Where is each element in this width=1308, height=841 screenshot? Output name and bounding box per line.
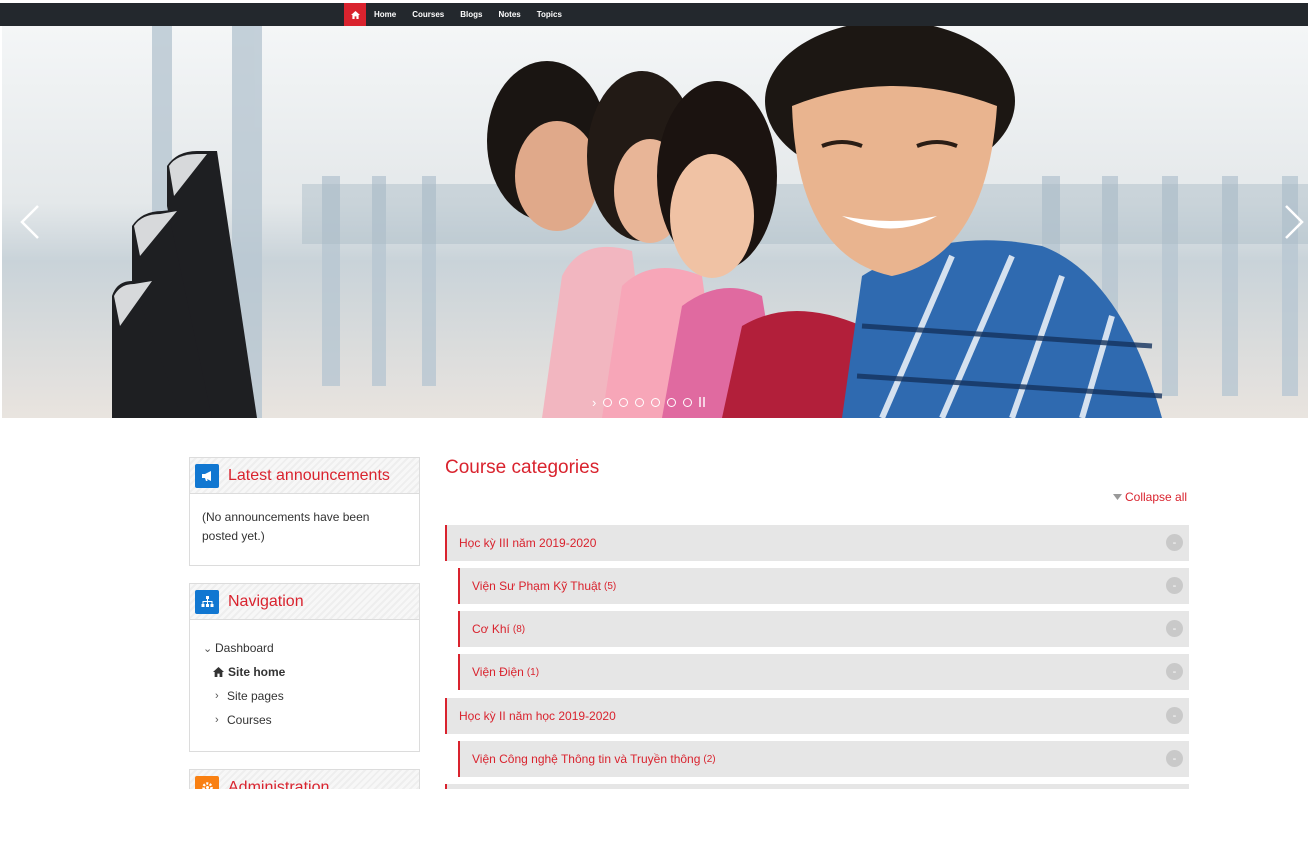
sitemap-icon xyxy=(195,589,219,614)
category-toggle[interactable]: - xyxy=(1166,534,1183,551)
hero-slider: › xyxy=(2,26,1308,418)
category-name: Học kỳ III năm 2019-2020 xyxy=(459,536,597,550)
category-item[interactable]: Cơ Khí (8) - xyxy=(458,611,1189,647)
chevron-right-icon: › xyxy=(215,714,219,726)
category-toggle[interactable]: - xyxy=(1166,663,1183,680)
nav-link-home[interactable]: Home xyxy=(366,10,404,19)
nav-link-courses[interactable]: Courses xyxy=(404,10,452,19)
slider-dot-5[interactable] xyxy=(667,397,677,407)
chevron-right-icon: › xyxy=(215,690,219,702)
block-header: Administration xyxy=(190,770,419,789)
category-item[interactable]: Viện Điện (1) - xyxy=(458,654,1189,690)
category-toggle[interactable]: - xyxy=(1166,620,1183,637)
slider-prev-icon[interactable] xyxy=(16,202,46,242)
home-icon xyxy=(213,667,224,677)
category-name: Học kỳ II năm học 2019-2020 xyxy=(459,709,616,723)
nav-item-courses[interactable]: › Courses xyxy=(203,708,419,732)
block-title: Administration xyxy=(228,778,330,790)
nav-item-label: Site home xyxy=(228,665,286,679)
main-menu: Home Courses Blogs Notes Topics xyxy=(344,3,570,26)
gears-icon xyxy=(195,775,219,789)
page-title: Course categories xyxy=(445,457,600,478)
block-title: Latest announcements xyxy=(228,466,390,484)
nav-item-label: Courses xyxy=(227,713,272,727)
nav-item-label: Dashboard xyxy=(215,641,274,655)
announcements-empty-text: (No announcements have been posted yet.) xyxy=(202,510,370,543)
nav-item-site-home[interactable]: Site home xyxy=(203,660,419,684)
home-icon xyxy=(350,10,360,19)
block-navigation: Navigation ⌄ Dashboard Site home › Site … xyxy=(189,583,420,752)
chevron-down-icon: ⌄ xyxy=(203,642,213,655)
collapse-all-label: Collapse all xyxy=(1125,490,1188,504)
block-title: Navigation xyxy=(228,592,304,610)
category-toggle[interactable]: - xyxy=(1166,750,1183,767)
category-name: Viện Điện xyxy=(472,665,524,679)
category-item[interactable]: Viện Công nghệ Thông tin và Truyền thông… xyxy=(458,741,1189,777)
nav-item-dashboard[interactable]: ⌄ Dashboard xyxy=(203,636,419,660)
block-latest-announcements: Latest announcements (No announcements h… xyxy=(189,457,420,566)
category-count: (5) xyxy=(604,580,617,592)
category-name: Cơ Khí xyxy=(472,622,510,636)
nav-link-topics[interactable]: Topics xyxy=(529,10,570,19)
nav-link-blogs[interactable]: Blogs xyxy=(452,10,490,19)
caret-down-icon xyxy=(1113,494,1122,500)
slider-dot-2[interactable] xyxy=(619,397,629,407)
top-navbar: Home Courses Blogs Notes Topics xyxy=(0,0,1308,26)
category-count: (1) xyxy=(526,666,540,678)
category-item[interactable]: Học kỳ III năm 2019-2020 - xyxy=(445,525,1189,561)
slider-pause-icon[interactable] xyxy=(699,397,707,407)
slider-next-icon[interactable] xyxy=(1278,202,1308,242)
navigation-tree: ⌄ Dashboard Site home › Site pages › Cou… xyxy=(190,620,419,732)
collapse-all-link[interactable]: Collapse all xyxy=(1113,490,1187,504)
hero-image xyxy=(2,26,1308,418)
category-item[interactable]: Viện Sư Phạm Kỹ Thuật (5) - xyxy=(458,568,1189,604)
category-toggle[interactable]: - xyxy=(1166,707,1183,724)
slider-dot-4[interactable] xyxy=(651,397,661,407)
slider-play-icon[interactable]: › xyxy=(592,396,596,409)
category-toggle[interactable]: - xyxy=(1166,577,1183,594)
megaphone-icon xyxy=(195,463,219,488)
nav-item-site-pages[interactable]: › Site pages xyxy=(203,684,419,708)
category-name: Viện Công nghệ Thông tin và Truyền thông xyxy=(472,752,701,766)
nav-link-notes[interactable]: Notes xyxy=(490,10,528,19)
nav-home-button[interactable] xyxy=(344,3,366,26)
category-count: (8) xyxy=(512,623,526,635)
slider-dot-1[interactable] xyxy=(603,397,613,407)
block-header: Latest announcements xyxy=(190,458,419,494)
nav-item-label: Site pages xyxy=(227,689,284,703)
block-header: Navigation xyxy=(190,584,419,620)
slider-dot-3[interactable] xyxy=(635,397,645,407)
category-count: (2) xyxy=(703,753,716,765)
slider-dot-6[interactable] xyxy=(683,397,693,407)
category-item-partial[interactable] xyxy=(445,784,1189,789)
category-item[interactable]: Học kỳ II năm học 2019-2020 - xyxy=(445,698,1189,734)
category-name: Viện Sư Phạm Kỹ Thuật xyxy=(472,579,601,593)
slider-pagination: › xyxy=(592,396,707,409)
block-administration: Administration xyxy=(189,769,420,789)
